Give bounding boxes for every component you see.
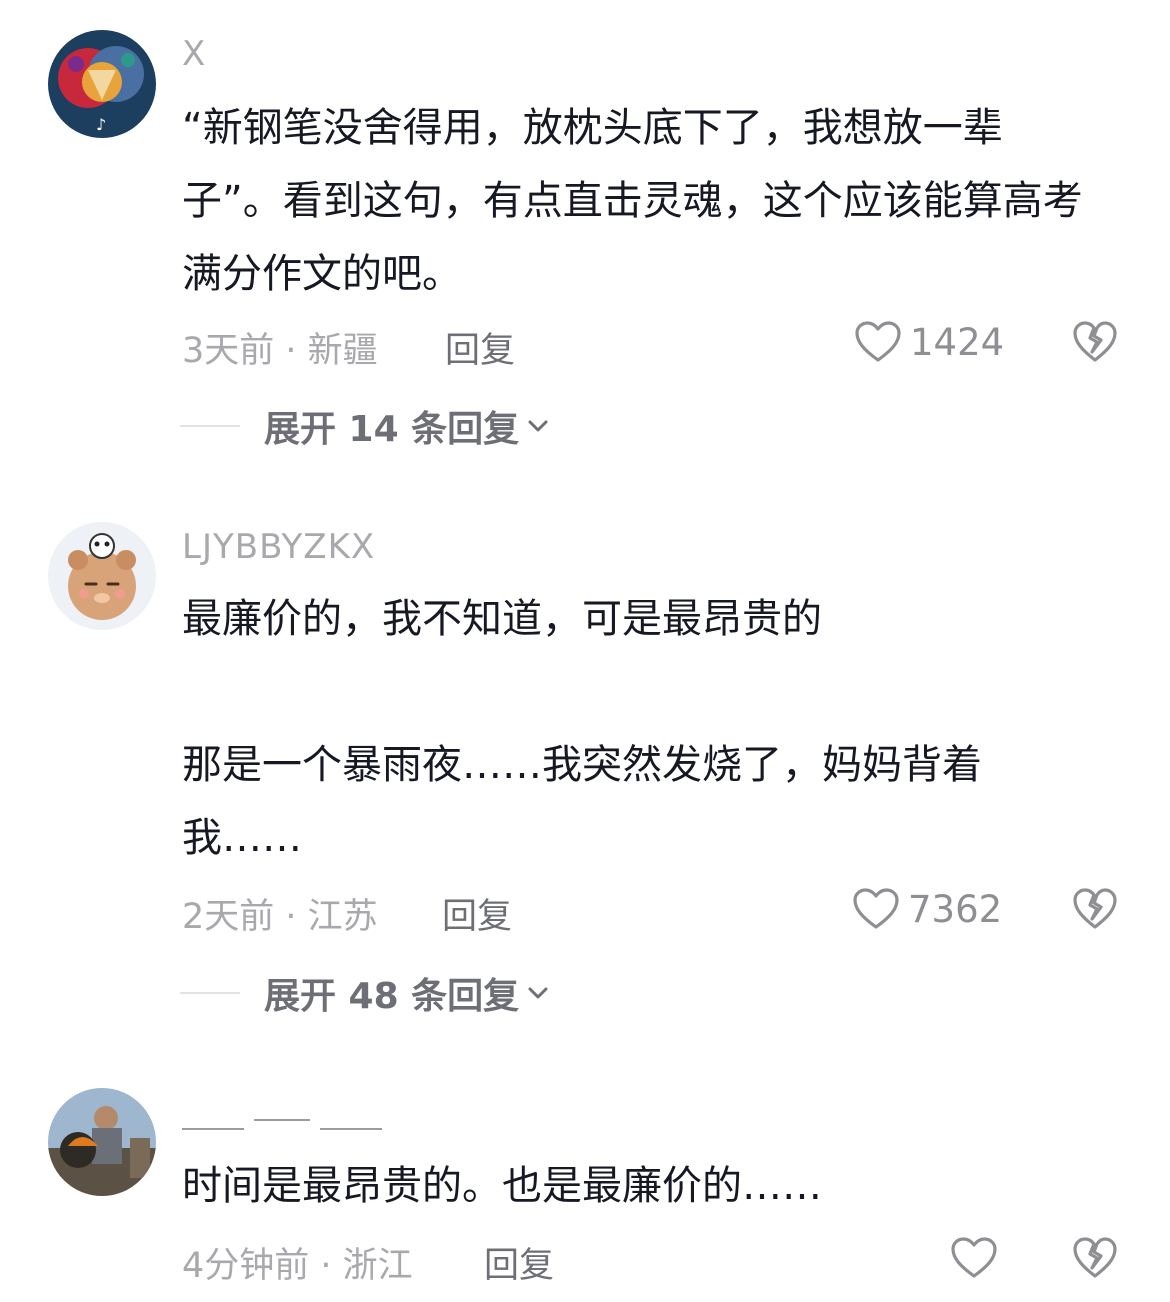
heart-outline-icon xyxy=(950,1236,998,1280)
username-dash xyxy=(320,1128,382,1130)
comment-text: 时间是最昂贵的。也是最廉价的…… xyxy=(182,1163,822,1209)
avatar[interactable] xyxy=(48,1088,156,1196)
comment-item: 时间是最昂贵的。也是最廉价的…… 4分钟前 · 浙江 回复 xyxy=(0,0,1170,1302)
comment-list: ♪ X “新钢笔没舍得用，放枕头底下了，我想放一辈子”。看到这句，有点直击灵魂，… xyxy=(0,0,1170,1302)
dislike-button[interactable] xyxy=(1072,1236,1118,1280)
comment-meta: 4分钟前 · 浙江 xyxy=(182,1246,413,1286)
username-dash xyxy=(254,1119,310,1121)
reply-button[interactable]: 回复 xyxy=(484,1237,554,1288)
like-button[interactable] xyxy=(950,1236,998,1280)
username-dash xyxy=(182,1128,244,1130)
broken-heart-icon xyxy=(1072,1236,1118,1280)
username[interactable] xyxy=(182,1119,382,1130)
